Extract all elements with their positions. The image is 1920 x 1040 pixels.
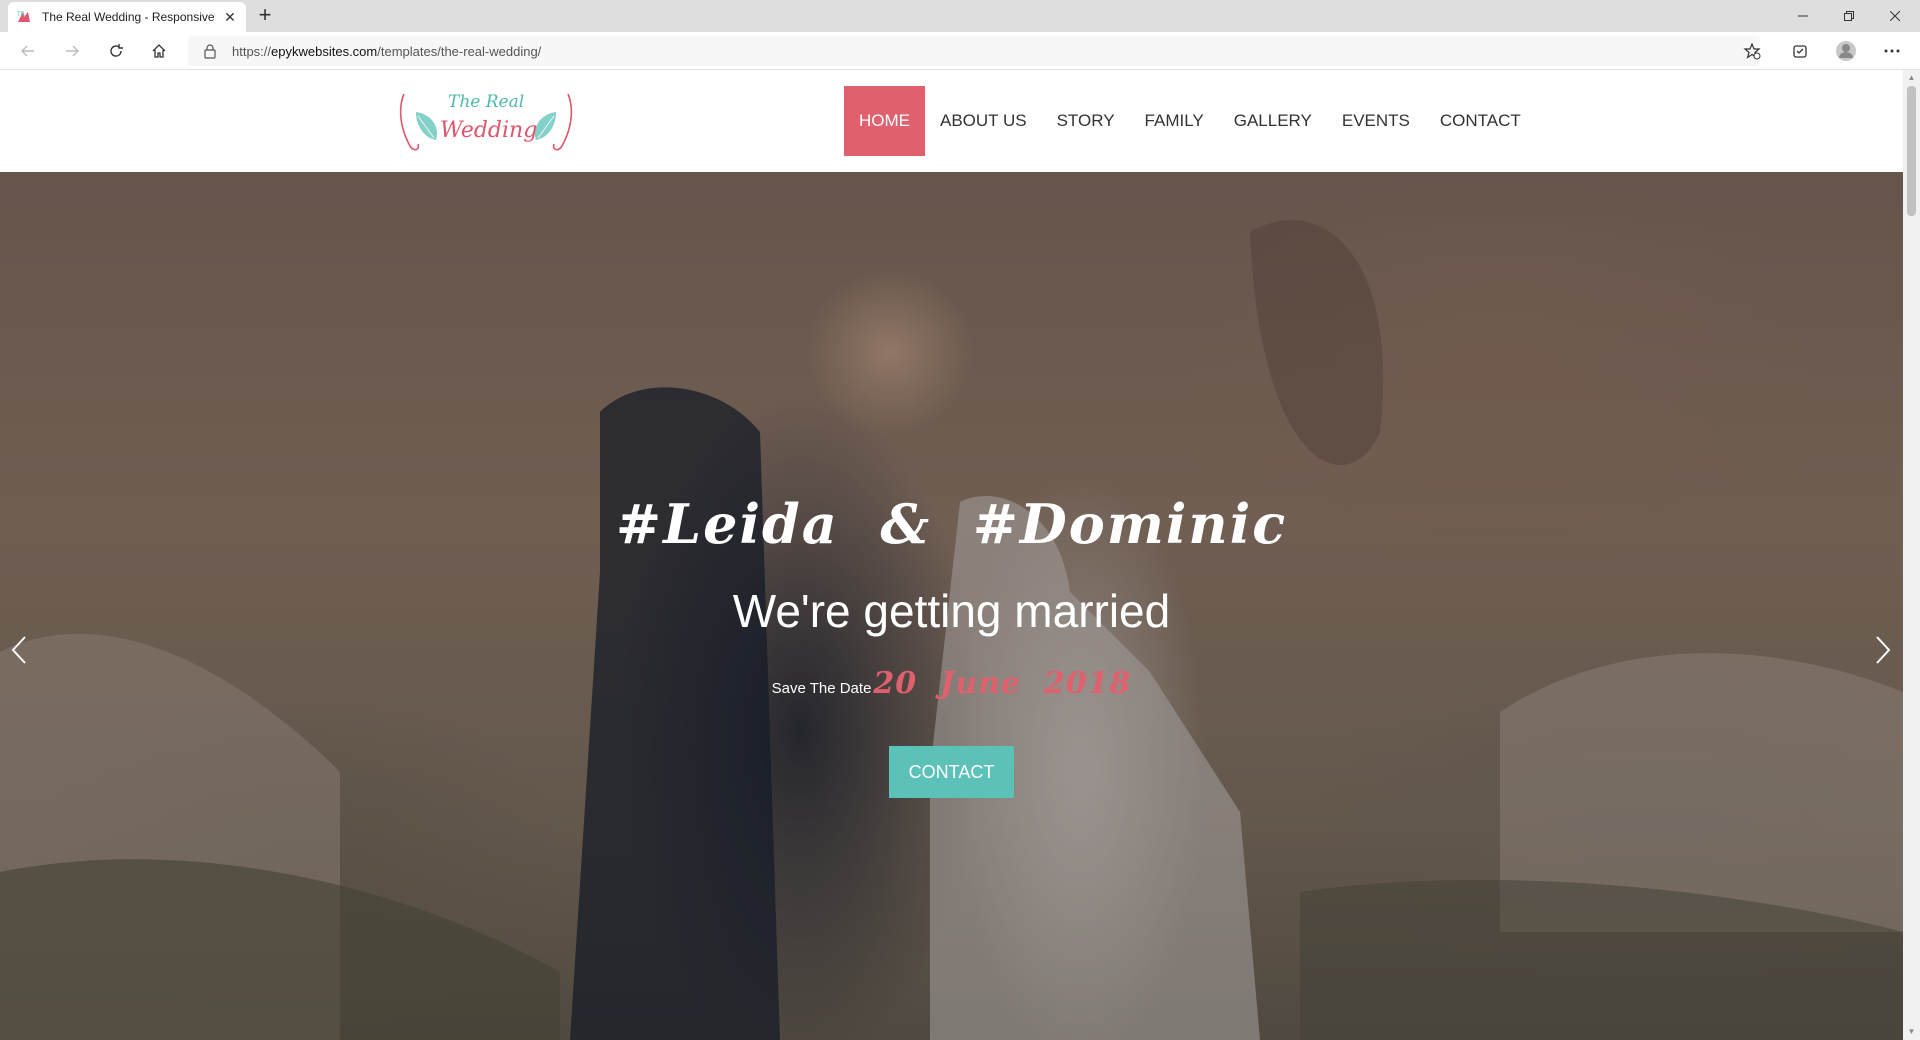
page-scrollbar[interactable]: ▲ ▼ [1903,70,1920,1040]
favorite-star-icon[interactable] [1738,37,1766,65]
scrollbar-thumb[interactable] [1907,86,1916,216]
reload-icon[interactable] [102,37,130,65]
svg-text:TR: TR [16,11,25,18]
logo-text-line2: Wedding [440,118,538,143]
forward-icon[interactable] [58,37,86,65]
lock-icon [204,44,216,59]
restore-icon[interactable] [1826,0,1872,32]
save-the-date-label: Save The Date [771,680,872,697]
nav-family[interactable]: FAMILY [1130,86,1219,156]
hero-tagline: We're getting married [732,585,1171,637]
profile-avatar-icon[interactable] [1832,37,1860,65]
scroll-down-icon[interactable]: ▼ [1907,1028,1916,1036]
logo-text-line1: The Real [448,92,525,112]
slider-prev-icon[interactable] [4,630,34,670]
nav-about-us[interactable]: ABOUT US [925,86,1042,156]
save-the-date: Save The Date 20 June 2018 [0,666,1903,701]
nav-home[interactable]: HOME [844,86,925,156]
new-tab-icon[interactable]: + [253,4,277,28]
nav-contact[interactable]: CONTACT [1425,86,1536,156]
site-favicon-icon: TR [16,11,31,23]
close-tab-icon[interactable]: ✕ [222,9,238,26]
hero-slider: #Leida & #Dominic We're getting married … [0,172,1903,1040]
site-logo[interactable]: The Real Wedding [396,88,576,156]
wedding-date: 20 June 2018 [873,666,1132,701]
home-icon[interactable] [145,37,173,65]
scroll-up-icon[interactable]: ▲ [1907,74,1916,82]
minimize-icon[interactable] [1780,0,1826,32]
main-nav: HOME ABOUT US STORY FAMILY GALLERY EVENT… [844,86,1536,156]
slider-next-icon[interactable] [1868,630,1898,670]
tab-title: The Real Wedding - Responsive [42,10,215,24]
nav-events[interactable]: EVENTS [1327,86,1425,156]
address-bar[interactable]: https://epykwebsites.com/templates/the-r… [188,36,1760,66]
nav-story[interactable]: STORY [1042,86,1130,156]
more-menu-icon[interactable] [1878,37,1906,65]
back-icon[interactable] [14,37,42,65]
browser-tab-bar: TR The Real Wedding - Responsive ✕ + [0,0,1920,32]
browser-tab[interactable]: TR The Real Wedding - Responsive ✕ [8,2,246,32]
nav-gallery[interactable]: GALLERY [1219,86,1327,156]
collections-icon[interactable] [1786,37,1814,65]
url-text: https://epykwebsites.com/templates/the-r… [232,43,542,59]
close-window-icon[interactable] [1872,0,1918,32]
hero-contact-button[interactable]: CONTACT [889,746,1014,798]
browser-toolbar: https://epykwebsites.com/templates/the-r… [0,32,1920,70]
site-header: The Real Wedding HOME ABOUT US STORY FAM… [0,70,1903,172]
hero-content: #Leida & #Dominic We're getting married … [0,172,1903,1040]
couple-names-heading: #Leida & #Dominic [615,492,1288,556]
page-viewport: The Real Wedding HOME ABOUT US STORY FAM… [0,70,1903,1040]
